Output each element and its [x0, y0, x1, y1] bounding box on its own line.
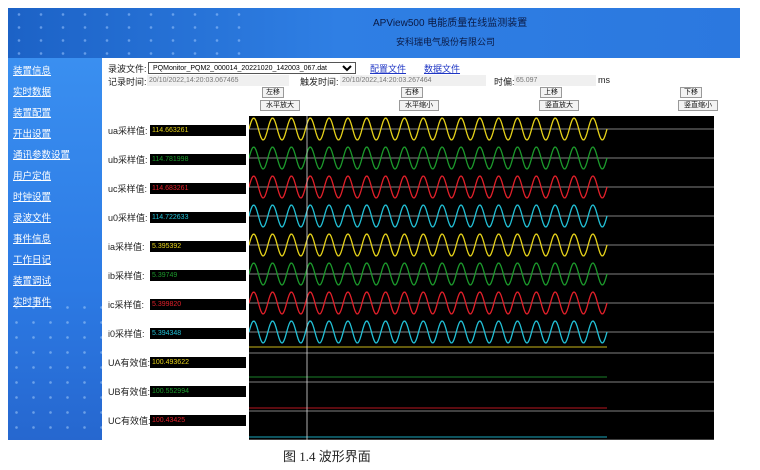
sidebar-item-realtime-data[interactable]: 实时数据	[13, 84, 51, 98]
move-up-button[interactable]: 上移	[540, 87, 562, 98]
sidebar-decoration	[8, 300, 102, 440]
data-file-link[interactable]: 数据文件	[424, 62, 460, 75]
time-offset-field: 65.097	[514, 75, 596, 86]
time-offset-unit: ms	[598, 75, 610, 85]
channel-label: u0采样值:	[108, 213, 148, 223]
channel-label: i0采样值:	[108, 329, 145, 339]
sidebar-item-clock-settings[interactable]: 时钟设置	[13, 189, 51, 203]
waveform-file-select[interactable]: PQMonitor_PQM2_000014_20221020_142003_06…	[148, 62, 356, 74]
channel-value: 5.39749	[150, 270, 246, 281]
h-zoom-out-button[interactable]: 水平缩小	[399, 100, 439, 111]
sidebar: 装置信息 实时数据 装置配置 开出设置 通讯参数设置 用户定值 时钟设置 录波文…	[8, 58, 102, 440]
channel-label: uc采样值:	[108, 184, 148, 194]
figure-caption: 图 1.4 波形界面	[283, 449, 371, 464]
sidebar-item-device-debug[interactable]: 装置调试	[13, 273, 51, 287]
header-banner: APView500 电能质量在线监测装置 安科瑞电气股份有限公司	[8, 8, 740, 58]
channel-value: 114.663261	[150, 125, 246, 136]
channel-label: ua采样值:	[108, 126, 148, 136]
file-label: 录波文件:	[108, 64, 147, 74]
trigger-time-field: 20/10/2022,14:20:03.267464	[340, 75, 486, 86]
channel-label: UA有效值:	[108, 358, 151, 368]
config-file-link[interactable]: 配置文件	[370, 62, 406, 75]
sidebar-item-device-config[interactable]: 装置配置	[13, 105, 51, 119]
sidebar-item-comm-settings[interactable]: 通讯参数设置	[13, 147, 70, 161]
channel-value: 114.781998	[150, 154, 246, 165]
trigger-time-label: 触发时间:	[300, 77, 339, 87]
waveform-plot[interactable]	[249, 116, 714, 440]
sidebar-item-event-info[interactable]: 事件信息	[13, 231, 51, 245]
record-time-label: 记录时间:	[108, 77, 147, 87]
sidebar-item-waveform-files[interactable]: 录波文件	[13, 210, 51, 224]
sidebar-item-output-settings[interactable]: 开出设置	[13, 126, 51, 140]
sidebar-item-user-setpoints[interactable]: 用户定值	[13, 168, 51, 182]
sidebar-item-work-log[interactable]: 工作日记	[13, 252, 51, 266]
v-zoom-in-button[interactable]: 竖直放大	[539, 100, 579, 111]
channel-label: ic采样值:	[108, 300, 145, 310]
channel-value: 114.683261	[150, 183, 246, 194]
channel-label: ia采样值:	[108, 242, 145, 252]
channel-label: UB有效值:	[108, 387, 151, 397]
v-zoom-out-button[interactable]: 竖直缩小	[678, 100, 718, 111]
h-zoom-in-button[interactable]: 水平放大	[260, 100, 300, 111]
channel-value: 114.722633	[150, 212, 246, 223]
channel-label: UC有效值:	[108, 416, 151, 426]
channel-value: 100.43425	[150, 415, 246, 426]
main-panel: 录波文件: PQMonitor_PQM2_000014_20221020_142…	[102, 58, 740, 440]
channel-value: 100.552994	[150, 386, 246, 397]
sidebar-item-realtime-events[interactable]: 实时事件	[13, 294, 51, 308]
channel-value: 5.394348	[150, 328, 246, 339]
channel-value: 5.399820	[150, 299, 246, 310]
record-time-field: 20/10/2022,14:20:03.067465	[147, 75, 289, 86]
time-offset-label: 时偏:	[494, 77, 515, 87]
move-down-button[interactable]: 下移	[680, 87, 702, 98]
banner-decoration	[8, 8, 248, 58]
channel-label: ib采样值:	[108, 271, 145, 281]
sidebar-item-device-info[interactable]: 装置信息	[13, 63, 51, 77]
company-name: 安科瑞电气股份有限公司	[396, 37, 496, 47]
channel-label: ub采样值:	[108, 155, 148, 165]
app-title: APView500 电能质量在线监测装置	[373, 18, 528, 29]
channel-value: 100.493622	[150, 357, 246, 368]
move-left-button[interactable]: 左移	[262, 87, 284, 98]
channel-value: 5.395392	[150, 241, 246, 252]
move-right-button[interactable]: 右移	[401, 87, 423, 98]
